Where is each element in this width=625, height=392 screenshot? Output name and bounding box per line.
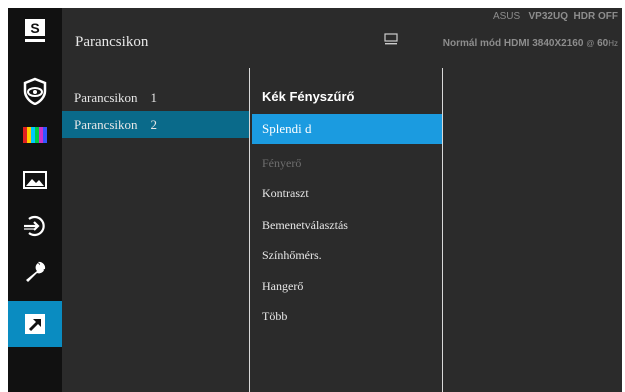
resolution-label: 3840X2160 [532, 38, 584, 49]
rail-item-eye-care[interactable] [8, 68, 62, 114]
refresh-unit: Hz [608, 39, 618, 48]
option-contrast[interactable]: Kontraszt [252, 178, 442, 208]
svg-text:S: S [30, 20, 39, 36]
brand-label: ASUS [492, 11, 521, 22]
rail-item-shortcut[interactable] [8, 301, 62, 347]
submenu-item-label: Parancsikon [74, 117, 138, 132]
input-select-icon [24, 215, 45, 237]
option-color-temp[interactable]: Színhőmérs. [252, 240, 442, 270]
option-blue-light-filter[interactable]: Kék Fényszűrő [252, 82, 442, 112]
hdr-status: HDR OFF [573, 11, 618, 22]
model-info: ASUS VP32UQ HDR OFF [493, 11, 618, 22]
monitor-icon [384, 33, 398, 45]
shortcut-arrow-icon [25, 314, 45, 334]
color-bars-icon [23, 127, 47, 143]
divider-left [249, 68, 250, 392]
splendid-s-icon: S [25, 19, 45, 42]
rail-item-splendid[interactable]: S [8, 8, 62, 54]
mode-label: Normál mód [442, 38, 502, 49]
model-name: VP32UQ [528, 11, 568, 22]
rail-item-system[interactable] [8, 249, 62, 295]
submenu-item-number: 2 [150, 117, 158, 132]
rail-item-input[interactable] [8, 203, 62, 249]
option-input-select[interactable]: Bemenetválasztás [252, 210, 442, 240]
input-label: HDMI [503, 38, 530, 49]
wrench-icon [26, 261, 46, 282]
submenu-item-label: Parancsikon [74, 90, 138, 105]
option-more[interactable]: Több [252, 301, 442, 331]
divider-right [442, 68, 443, 392]
signal-info: Normál mód HDMI 3840X2160 @ 60Hz [443, 38, 618, 49]
option-splendid[interactable]: Splendi d [252, 114, 442, 144]
submenu-item-shortcut-2[interactable]: Parancsikon 2 [62, 111, 249, 138]
option-brightness: Fényerő [262, 156, 302, 170]
at-symbol: @ [586, 39, 595, 48]
main-menu-rail: S [8, 8, 62, 392]
option-volume[interactable]: Hangerő [252, 271, 442, 301]
eye-care-icon [23, 77, 47, 105]
osd-header: Parancsikon ASUS VP32UQ HDR OFF Normál m… [62, 8, 622, 68]
refresh-value: 60 [597, 38, 609, 49]
image-landscape-icon [23, 171, 47, 189]
page-title: Parancsikon [75, 34, 149, 50]
submenu-item-number: 1 [150, 90, 158, 105]
submenu-item-shortcut-1[interactable]: Parancsikon 1 [62, 84, 249, 111]
rail-item-image[interactable] [8, 157, 62, 203]
osd-menu: S Parancsikon ASUS VP32UQ HDR OFF Normál… [8, 8, 622, 392]
rail-item-color[interactable] [8, 112, 62, 158]
